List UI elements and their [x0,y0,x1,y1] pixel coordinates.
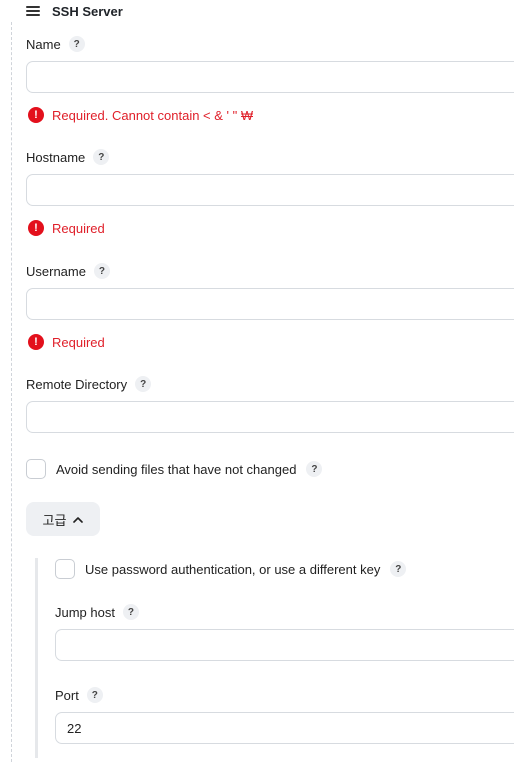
avoid-sending-checkbox[interactable] [26,459,46,479]
section-border [11,22,12,762]
section-header: SSH Server [26,2,123,20]
help-icon[interactable]: ? [306,461,323,477]
error-icon: ! [28,107,44,123]
use-password-label-row: Use password authentication, or use a di… [85,561,407,577]
name-label: Name [26,36,61,52]
help-icon[interactable]: ? [390,561,407,577]
port-label-row: Port ? [55,687,103,703]
jump-host-label: Jump host [55,604,115,620]
hostname-error-text: Required [52,220,105,236]
hamburger-icon[interactable] [26,6,40,16]
help-icon[interactable]: ? [122,604,139,620]
error-icon: ! [28,334,44,350]
username-error: ! Required [28,334,105,350]
remote-directory-label: Remote Directory [26,376,128,392]
advanced-label: 고급 [42,512,67,528]
advanced-section-bar [35,558,38,758]
section-title: SSH Server [52,3,123,19]
help-icon[interactable]: ? [93,149,110,165]
port-input[interactable] [55,712,514,744]
use-password-checkbox[interactable] [55,559,75,579]
username-label: Username [26,263,86,279]
help-icon[interactable]: ? [68,36,85,52]
hostname-error: ! Required [28,220,105,236]
help-icon[interactable]: ? [93,263,110,279]
name-error-text: Required. Cannot contain < & ' " ₩ [52,107,254,123]
help-icon[interactable]: ? [86,687,103,703]
name-label-row: Name ? [26,36,85,52]
port-label: Port [55,687,79,703]
use-password-label: Use password authentication, or use a di… [85,561,381,577]
chevron-up-icon [73,516,84,523]
hostname-label-row: Hostname ? [26,149,110,165]
hostname-label: Hostname [26,149,86,165]
error-icon: ! [28,220,44,236]
avoid-sending-label: Avoid sending files that have not change… [56,461,297,477]
help-icon[interactable]: ? [135,376,152,392]
username-error-text: Required [52,334,105,350]
name-input[interactable] [26,61,514,93]
advanced-toggle-button[interactable]: 고급 [26,502,100,536]
remote-directory-label-row: Remote Directory ? [26,376,152,392]
username-label-row: Username ? [26,263,110,279]
name-error: ! Required. Cannot contain < & ' " ₩ [28,107,253,123]
username-input[interactable] [26,288,514,320]
hostname-input[interactable] [26,174,514,206]
jump-host-input[interactable] [55,629,514,661]
remote-directory-input[interactable] [26,401,514,433]
avoid-sending-label-row: Avoid sending files that have not change… [56,461,323,477]
jump-host-label-row: Jump host ? [55,604,139,620]
